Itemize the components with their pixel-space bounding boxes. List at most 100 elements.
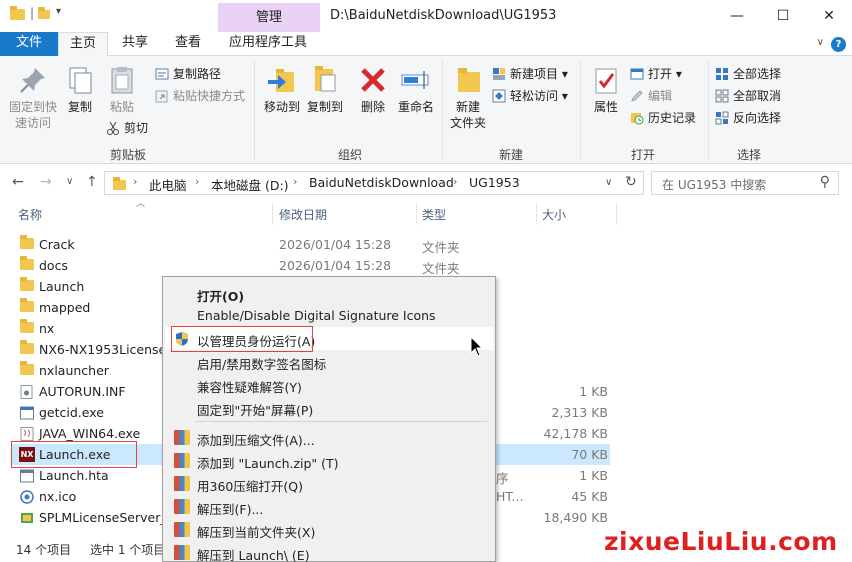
properties-button[interactable]: 属性 <box>586 64 626 115</box>
list-item[interactable]: docs 2026/01/04 15:28 文件夹 <box>12 255 610 276</box>
menu-item-toggle-signature-icons-en[interactable]: Enable/Disable Digital Signature Icons <box>165 304 493 327</box>
menu-item-add-to-launch-zip[interactable]: 添加到 "Launch.zip" (T) <box>165 449 493 472</box>
folder-icon <box>20 319 34 336</box>
minimize-button[interactable]: — <box>714 0 760 32</box>
column-divider[interactable] <box>272 203 273 225</box>
title-bar: | ▾ 管理 D:\BaiduNetdiskDownload\UG1953 — … <box>0 0 852 32</box>
folder-icon <box>20 277 34 294</box>
breadcrumb-baidunetdisk[interactable]: BaiduNetdiskDownload <box>309 175 454 190</box>
column-header-size[interactable]: 大小 <box>542 206 566 223</box>
close-button[interactable]: ✕ <box>806 0 852 32</box>
menu-item-open[interactable]: 打开(O) <box>165 282 493 305</box>
paste-icon <box>106 64 138 96</box>
recent-locations-icon[interactable]: ∨ <box>66 176 73 187</box>
menu-separator <box>195 421 487 422</box>
watermark-text: zixueLiuLiu.com <box>604 527 838 556</box>
archive-icon <box>174 476 190 491</box>
folder-icon <box>20 361 34 378</box>
copy-to-button[interactable]: 复制到 <box>303 64 347 115</box>
invert-selection-button[interactable]: 反向选择 <box>715 108 781 128</box>
group-label-select: 选择 <box>736 148 761 162</box>
quick-access-divider: | <box>30 6 35 20</box>
search-icon[interactable]: ⚲ <box>820 174 830 190</box>
folder-icon <box>20 256 34 273</box>
context-tab-manage[interactable]: 管理 <box>218 3 320 32</box>
history-button[interactable]: 历史记录 <box>630 108 696 128</box>
settings-file-icon <box>20 385 33 402</box>
breadcrumb-this-pc[interactable]: 此电脑 <box>149 175 187 194</box>
easy-access-icon <box>492 89 506 103</box>
list-item[interactable]: Crack 2026/01/04 15:28 文件夹 <box>12 234 610 255</box>
search-box[interactable]: 在 UG1953 中搜索 ⚲ <box>651 171 839 195</box>
new-folder-icon <box>452 64 484 96</box>
archive-icon <box>174 453 190 468</box>
paste-button[interactable]: 粘贴 <box>104 64 140 115</box>
breadcrumb-separator: › <box>293 175 298 188</box>
menu-item-extract-here[interactable]: 解压到当前文件夹(X) <box>165 518 493 541</box>
folder-icon <box>20 298 34 315</box>
move-to-icon <box>266 64 298 96</box>
open-icon <box>630 67 644 81</box>
archive-icon <box>174 430 190 445</box>
up-arrow-icon[interactable]: ↑ <box>86 174 98 190</box>
ribbon-tab-bar: 文件 主页 共享 查看 应用程序工具 ∨ ? <box>0 32 852 57</box>
help-icon[interactable]: ? <box>831 37 846 52</box>
column-header-name[interactable]: 名称 <box>18 206 42 223</box>
column-header-type[interactable]: 类型 <box>422 206 446 223</box>
folder-app-icon <box>10 6 25 23</box>
new-folder-button[interactable]: 新建 文件夹 <box>446 64 490 131</box>
breadcrumb-drive-d[interactable]: 本地磁盘 (D:) <box>211 175 289 194</box>
menu-item-extract-to-launch[interactable]: 解压到 Launch\ (E) <box>165 541 493 562</box>
address-dropdown-icon[interactable]: ∨ <box>605 177 612 188</box>
tab-view[interactable]: 查看 <box>164 32 212 56</box>
menu-item-compat-troubleshoot[interactable]: 兼容性疑难解答(Y) <box>165 373 493 396</box>
ribbon-divider <box>708 60 709 160</box>
breadcrumb-ug1953[interactable]: UG1953 <box>469 175 520 190</box>
ribbon-collapse-icon[interactable]: ∨ <box>817 37 824 48</box>
forward-arrow-icon[interactable]: → <box>40 174 52 190</box>
copy-path-button[interactable]: 复制路径 <box>155 64 221 84</box>
tab-share[interactable]: 共享 <box>112 32 158 56</box>
tab-file[interactable]: 文件 <box>0 32 58 56</box>
edit-button[interactable]: 编辑 <box>630 86 672 106</box>
column-divider[interactable] <box>416 203 417 225</box>
copy-path-icon <box>155 67 169 81</box>
cut-button[interactable]: 剪切 <box>106 118 148 138</box>
refresh-icon[interactable]: ↻ <box>625 174 637 190</box>
menu-item-pin-to-start[interactable]: 固定到"开始"屏幕(P) <box>165 396 493 419</box>
ico-file-icon <box>20 490 34 507</box>
tab-app-tools[interactable]: 应用程序工具 <box>220 32 316 56</box>
quick-access-dropdown-icon[interactable]: ▾ <box>56 6 61 20</box>
group-label-organize: 组织 <box>337 148 362 162</box>
open-button[interactable]: 打开 ▾ <box>630 64 682 84</box>
window-title: D:\BaiduNetdiskDownload\UG1953 <box>330 8 557 23</box>
column-divider[interactable] <box>616 203 617 225</box>
tab-home[interactable]: 主页 <box>58 32 108 57</box>
maximize-button[interactable]: ☐ <box>760 0 806 32</box>
menu-item-toggle-signature-icons[interactable]: 启用/禁用数字签名图标 <box>165 350 493 373</box>
context-menu: 打开(O) Enable/Disable Digital Signature I… <box>162 276 496 562</box>
quick-access-folder-icon[interactable] <box>38 7 50 22</box>
select-all-button[interactable]: 全部选择 <box>715 64 781 84</box>
select-none-button[interactable]: 全部取消 <box>715 86 781 106</box>
delete-button[interactable]: 删除 <box>355 64 391 115</box>
group-label-new: 新建 <box>498 148 523 162</box>
menu-item-add-to-archive[interactable]: 添加到压缩文件(A)... <box>165 426 493 449</box>
menu-item-extract-to[interactable]: 解压到(F)... <box>165 495 493 518</box>
address-bar[interactable]: › 此电脑 › 本地磁盘 (D:) › BaiduNetdiskDownload… <box>104 171 644 195</box>
exe-file-icon <box>20 406 34 423</box>
column-header-date[interactable]: 修改日期 <box>279 206 327 223</box>
easy-access-button[interactable]: 轻松访问 ▾ <box>492 86 568 106</box>
move-to-button[interactable]: 移动到 <box>260 64 304 115</box>
paste-shortcut-button[interactable]: 粘贴快捷方式 <box>155 86 245 106</box>
explorer-window: | ▾ 管理 D:\BaiduNetdiskDownload\UG1953 — … <box>0 0 852 562</box>
menu-item-open-with-360zip[interactable]: 用360压缩打开(Q) <box>165 472 493 495</box>
back-arrow-icon[interactable]: ← <box>12 174 24 190</box>
pin-quick-access-button[interactable]: 固定到快 速访问 <box>6 64 60 131</box>
folder-icon <box>20 235 34 252</box>
column-divider[interactable] <box>536 203 537 225</box>
rename-button[interactable]: 重命名 <box>394 64 438 115</box>
new-item-button[interactable]: 新建项目 ▾ <box>492 64 568 84</box>
invert-selection-icon <box>715 111 729 125</box>
copy-button[interactable]: 复制 <box>62 64 98 115</box>
